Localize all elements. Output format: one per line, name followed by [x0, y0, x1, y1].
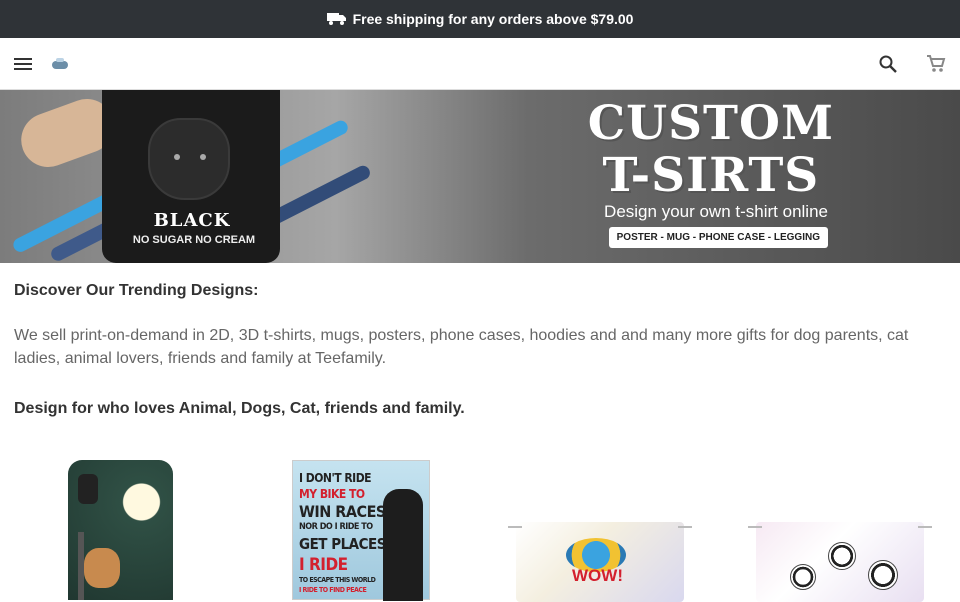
poster-line: I DON'T RIDE: [299, 471, 372, 485]
product-face-mask-soccer[interactable]: [748, 522, 932, 602]
logo-icon[interactable]: [52, 57, 68, 70]
hero-banner[interactable]: BLACK NO SUGAR NO CREAM CUSTOM T-SIRTS D…: [0, 90, 960, 263]
main-content: Discover Our Trending Designs: We sell p…: [0, 282, 960, 418]
mask-text: WOW!: [572, 566, 623, 585]
announcement-text: Free shipping for any orders above $79.0…: [352, 11, 634, 27]
motorcycle-rider: [383, 489, 423, 601]
section-description: We sell print-on-demand in 2D, 3D t-shir…: [14, 327, 909, 367]
product-face-mask-volleyball[interactable]: WOW!: [508, 522, 692, 602]
poster-line: MY BIKE TO: [299, 487, 365, 501]
mask-strap: [678, 526, 692, 528]
shirt-print-text: BLACK: [153, 210, 231, 231]
poster-line: WIN RACES: [299, 502, 386, 521]
hero-tags: POSTER - MUG - PHONE CASE - LEGGING: [608, 227, 828, 248]
soccer-ball-graphic: [790, 564, 816, 590]
section-heading: Discover Our Trending Designs:: [14, 282, 259, 299]
product-grid: I DON'T RIDE MY BIKE TO WIN RACES NOR DO…: [0, 460, 960, 602]
poster-line: GET PLACES: [299, 535, 386, 553]
soccer-ball-graphic: [868, 560, 898, 590]
poster-line: I RIDE TO FIND PEACE: [299, 586, 367, 594]
section-subheading: Design for who loves Animal, Dogs, Cat, …: [14, 400, 465, 417]
dog-print: [148, 118, 230, 200]
product-phone-case[interactable]: [68, 460, 173, 600]
product-poster[interactable]: I DON'T RIDE MY BIKE TO WIN RACES NOR DO…: [292, 460, 430, 601]
site-header: [0, 38, 960, 90]
cart-icon[interactable]: [926, 54, 946, 74]
poster-line: NOR DO I RIDE TO: [299, 522, 373, 532]
camera-icon: [78, 474, 98, 504]
mask-strap: [918, 526, 932, 528]
poster-line: TO ESCAPE THIS WORLD: [299, 576, 376, 584]
poster-line: I RIDE: [299, 555, 348, 575]
search-icon[interactable]: [878, 54, 898, 74]
dog-illustration: [84, 548, 120, 588]
hero-subtitle: Design your own t-shirt online: [604, 202, 828, 221]
menu-icon[interactable]: [14, 53, 36, 75]
hero-title: CUSTOM T-SIRTS: [587, 96, 834, 203]
mask-strap: [748, 526, 762, 528]
mask-strap: [508, 526, 522, 528]
truck-icon: [326, 10, 347, 29]
shirt-print-subtext: NO SUGAR NO CREAM: [132, 234, 256, 246]
soccer-ball-graphic: [828, 542, 856, 570]
announcement-bar: Free shipping for any orders above $79.0…: [0, 0, 960, 38]
